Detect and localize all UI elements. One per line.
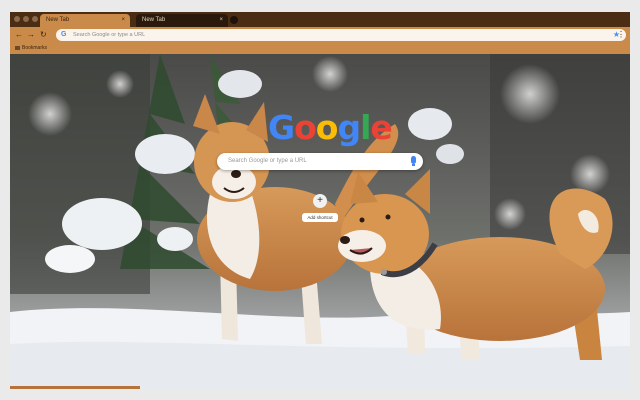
search-input[interactable]: Search Google or type a URL (217, 153, 423, 170)
logo-letter: l (360, 108, 371, 147)
reload-icon[interactable]: ↻ (40, 29, 47, 41)
close-window-dot[interactable] (14, 16, 20, 22)
new-tab-button[interactable] (230, 16, 238, 24)
toolbar: ← → ↻ G Search Google or type a URL ★ ⋮ (10, 27, 630, 43)
search-placeholder: Search Google or type a URL (228, 158, 307, 164)
menu-icon[interactable]: ⋮ (617, 29, 625, 41)
tab-strip: New Tab × New Tab × (10, 12, 630, 27)
new-tab-page: Google Search Google or type a URL + Add… (10, 54, 630, 390)
logo-letter: G (268, 108, 295, 147)
tab-label: New Tab (46, 17, 70, 23)
google-logo: Google (268, 108, 393, 147)
add-shortcut-label: Add shortcut (302, 213, 338, 222)
close-tab-icon[interactable]: × (121, 14, 125, 27)
folder-icon (15, 45, 20, 50)
microphone-stand (412, 164, 415, 166)
google-icon: G (61, 31, 67, 38)
logo-letter: g (337, 108, 361, 147)
bookmarks-bar: Bookmarks (10, 43, 630, 54)
microphone-icon[interactable] (411, 156, 416, 164)
back-icon[interactable]: ← (15, 29, 23, 41)
address-bar[interactable]: G Search Google or type a URL ★ (56, 29, 626, 41)
logo-letter: o (294, 108, 317, 147)
logo-letter: o (315, 108, 339, 147)
browser-window: New Tab × New Tab × ← → ↻ G Search Googl… (0, 0, 640, 400)
maximize-window-dot[interactable] (32, 16, 38, 22)
minimize-window-dot[interactable] (23, 16, 29, 22)
tab-label: New Tab (142, 17, 166, 23)
tab-active[interactable]: New Tab × (40, 14, 130, 27)
loading-progress-bar (10, 386, 140, 389)
bookmark-label: Bookmarks (22, 45, 48, 51)
forward-icon[interactable]: → (27, 29, 35, 41)
bookmark-item[interactable]: Bookmarks (15, 43, 47, 54)
window-controls[interactable] (14, 16, 38, 22)
address-bar-placeholder: Search Google or type a URL (73, 32, 146, 38)
plus-icon[interactable]: + (313, 194, 327, 208)
add-shortcut-tile[interactable]: + Add shortcut (302, 194, 338, 224)
close-tab-icon[interactable]: × (219, 14, 223, 27)
tab-inactive[interactable]: New Tab × (136, 14, 228, 27)
logo-letter: e (370, 108, 392, 147)
